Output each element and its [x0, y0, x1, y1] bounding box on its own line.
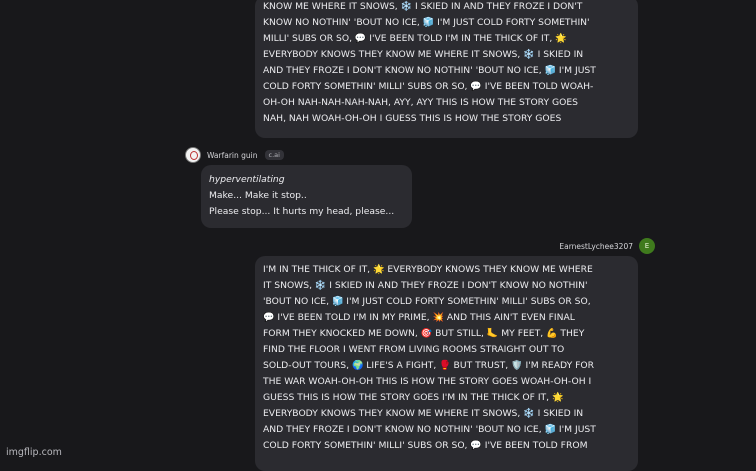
bot-message: hyperventilating Make... Make it stop.. … [201, 165, 412, 228]
message-line: KNOW NO NOTHIN' 'BOUT NO ICE, 🧊 I'M JUST… [263, 17, 590, 28]
message-line: COLD FORTY SOMETHIN' MILLI' SUBS OR SO, … [263, 440, 588, 451]
user-message-header: EarnestLychee3207 E [559, 238, 655, 254]
message-line: 'BOUT NO ICE, 🧊 I'M JUST COLD FORTY SOME… [263, 296, 591, 307]
message-line: EVERYBODY KNOWS THEY KNOW ME WHERE IT SN… [263, 49, 584, 60]
message-line: EVERYBODY KNOWS THEY KNOW ME WHERE IT SN… [263, 408, 584, 419]
message-line: COLD FORTY SOMETHIN' MILLI' SUBS OR SO, … [263, 81, 594, 92]
bot-name[interactable]: Warfarin guin [207, 151, 258, 160]
message-line: 💬 I'VE BEEN TOLD I'M IN MY PRIME, 💥 AND … [263, 312, 575, 323]
message-line: AND THEY FROZE I DON'T KNOW NO NOTHIN' '… [263, 424, 596, 435]
user-name[interactable]: EarnestLychee3207 [559, 242, 633, 251]
message-line: Please stop... It hurts my head, please.… [209, 206, 395, 217]
bot-avatar[interactable] [185, 147, 201, 163]
message-line: MILLI' SUBS OR SO, 💬 I'VE BEEN TOLD I'M … [263, 33, 567, 44]
watermark: imgflip.com [6, 447, 62, 458]
message-line: IT SNOWS, ❄️ I SKIED IN AND THEY FROZE I… [263, 280, 588, 291]
message-line: GUESS THIS IS HOW THE STORY GOES I'M IN … [263, 392, 564, 403]
message-line: Make... Make it stop.. [209, 190, 307, 201]
message-line: FORM THEY KNOCKED ME DOWN, 🎯 BUT STILL, … [263, 328, 585, 339]
message-line: I'M IN THE THICK OF IT, 🌟 EVERYBODY KNOW… [263, 264, 593, 275]
user-avatar[interactable]: E [639, 238, 655, 254]
message-line: OH-OH NAH-NAH-NAH-NAH, AYY, AYY THIS IS … [263, 97, 579, 108]
user-message-2: I'M IN THE THICK OF IT, 🌟 EVERYBODY KNOW… [255, 256, 638, 471]
message-action: hyperventilating [209, 174, 285, 185]
user-message-1: KNOW ME WHERE IT SNOWS, ❄️ I SKIED IN AN… [255, 0, 638, 138]
message-line: KNOW ME WHERE IT SNOWS, ❄️ I SKIED IN AN… [263, 1, 583, 12]
message-line: SOLD-OUT TOURS, 🌍 LIFE'S A FIGHT, 🥊 BUT … [263, 360, 595, 371]
message-line: FIND THE FLOOR I WENT FROM LIVING ROOMS … [263, 344, 565, 355]
message-line: AND THEY FROZE I DON'T KNOW NO NOTHIN' '… [263, 65, 596, 76]
ai-badge: c.ai [264, 150, 284, 160]
message-line: THE WAR WOAH-OH-OH THIS IS HOW THE STORY… [263, 376, 592, 387]
bot-message-header: Warfarin guin c.ai [185, 147, 284, 163]
message-line: NAH, NAH WOAH-OH-OH I GUESS THIS IS HOW … [263, 113, 562, 124]
